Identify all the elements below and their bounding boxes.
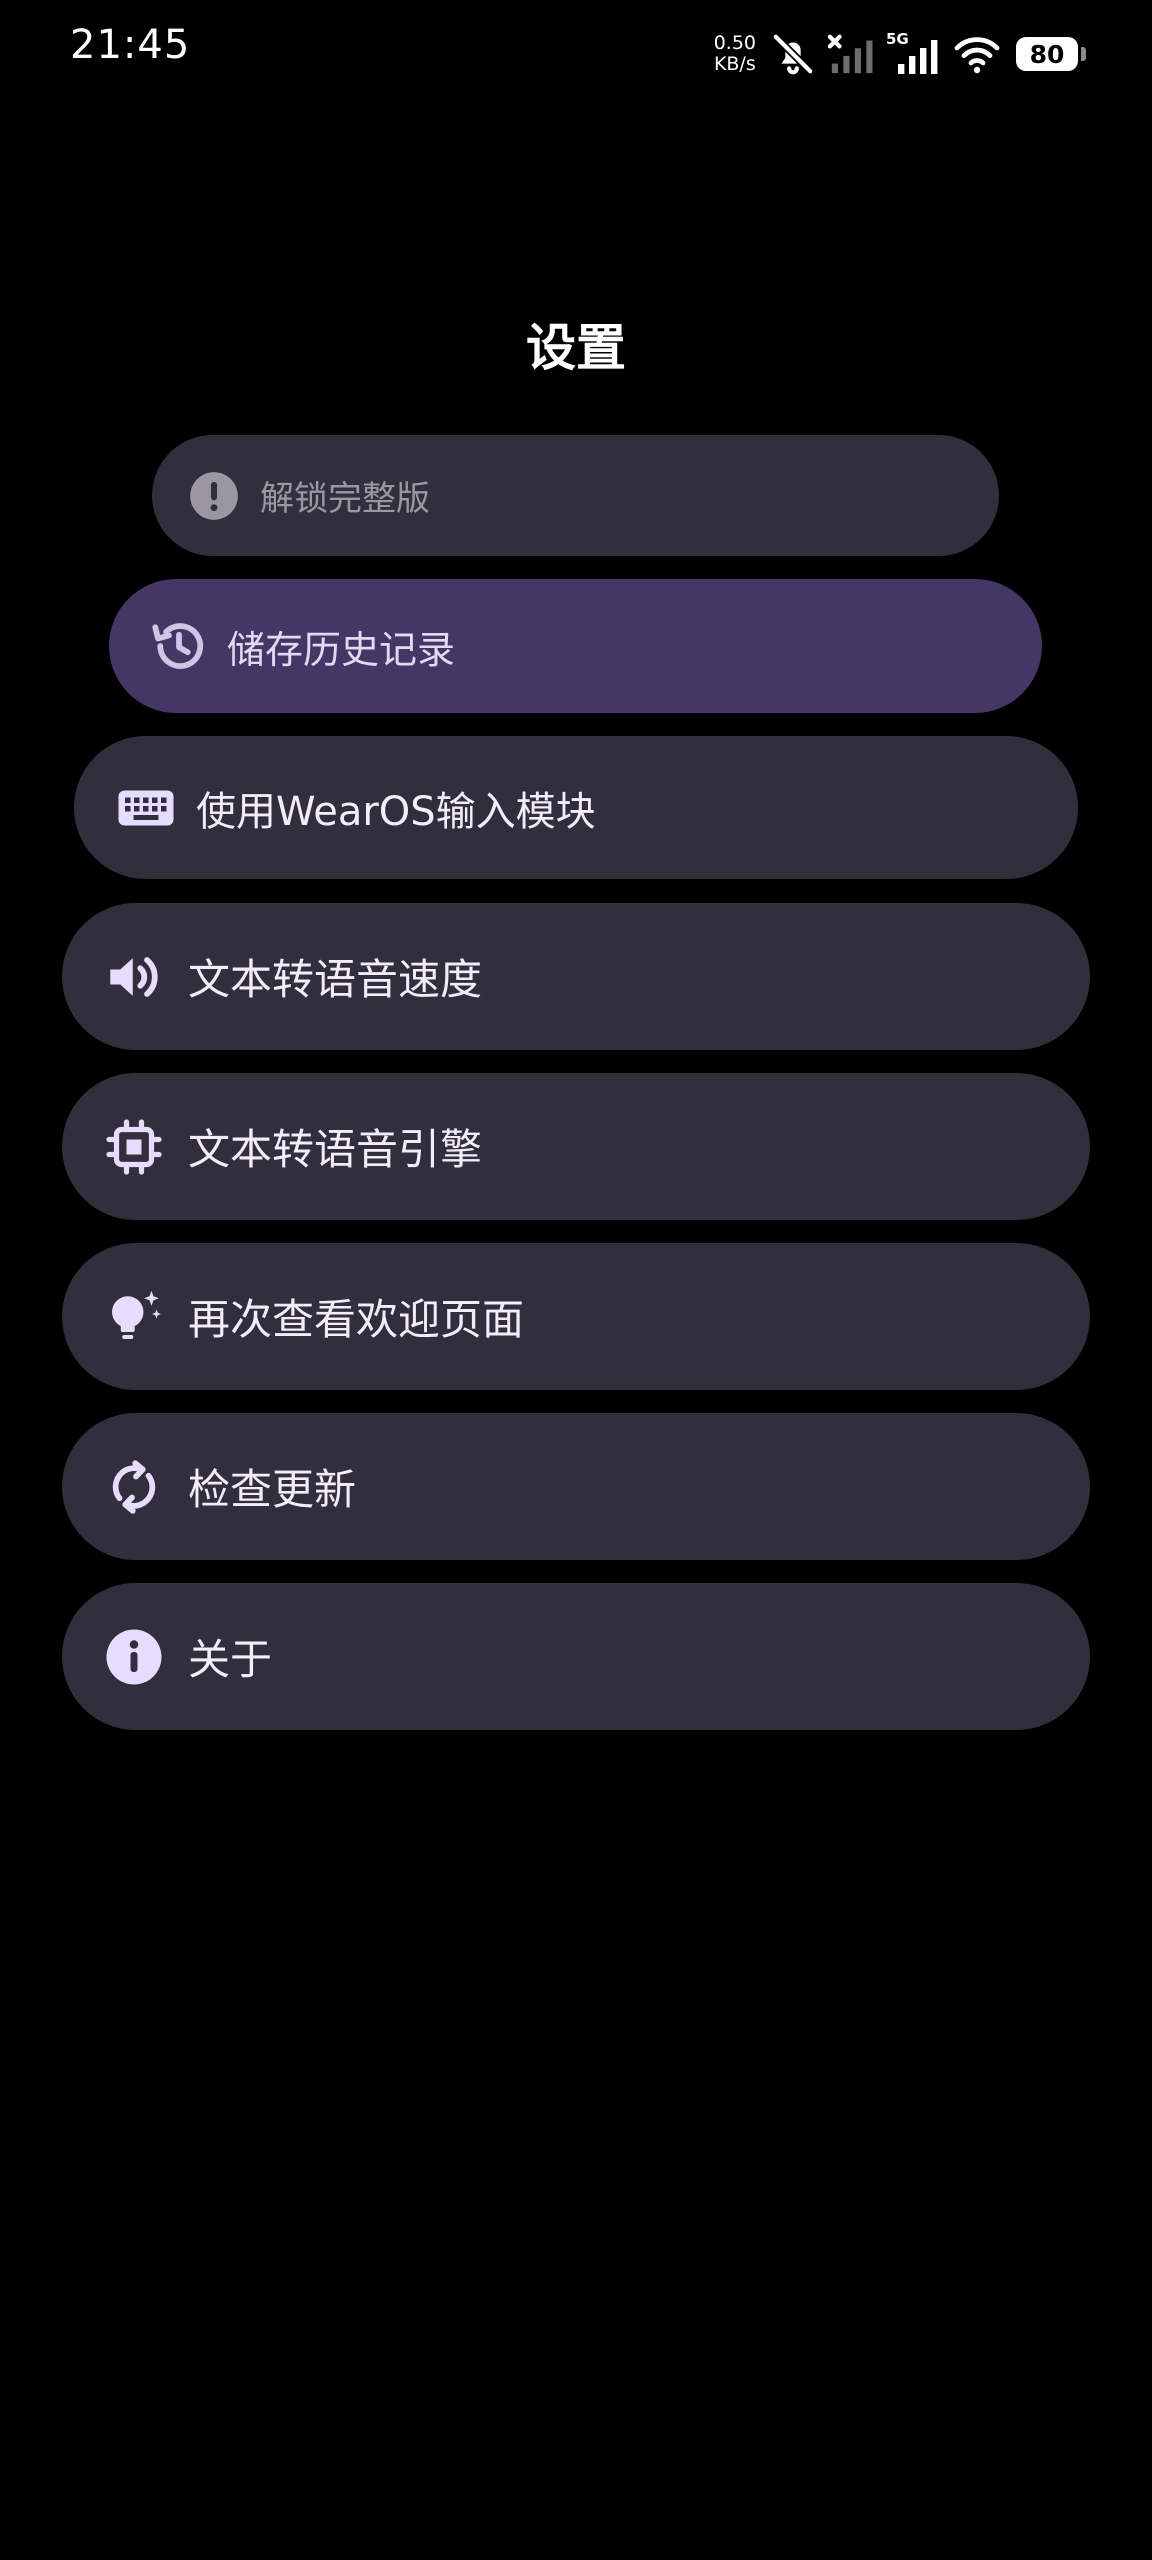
wearos-input-module-label: 使用WearOS输入模块 <box>196 788 596 835</box>
unlock-full-version-button[interactable]: 解锁完整版 <box>152 435 999 556</box>
battery-icon: 80 <box>1016 37 1086 71</box>
wifi-icon <box>952 32 1002 76</box>
battery-level: 80 <box>1029 39 1065 69</box>
status-icons: 0.50 KB/s 5G 80 <box>714 26 1086 82</box>
bell-muted-icon <box>770 31 816 77</box>
lightbulb-icon <box>104 1287 164 1347</box>
history-icon <box>149 616 209 676</box>
network-speed-unit: KB/s <box>713 53 756 75</box>
refresh-icon <box>104 1457 164 1517</box>
chip-icon <box>104 1117 164 1177</box>
about-label: 关于 <box>188 1635 273 1684</box>
signal-5g-icon: 5G <box>886 30 942 78</box>
network-speed-value: 0.50 <box>713 32 756 54</box>
network-type-label: 5G <box>886 30 909 48</box>
view-welcome-page-label: 再次查看欢迎页面 <box>188 1295 525 1344</box>
check-updates-button[interactable]: 检查更新 <box>62 1413 1090 1560</box>
network-speed: 0.50 KB/s <box>714 33 756 75</box>
info-icon <box>104 1627 164 1687</box>
wearos-input-module-button[interactable]: 使用WearOS输入模块 <box>74 736 1078 879</box>
signal-no-service-icon <box>826 31 876 77</box>
tts-speed-label: 文本转语音速度 <box>188 955 483 1004</box>
save-history-button[interactable]: 储存历史记录 <box>109 579 1042 713</box>
tts-engine-label: 文本转语音引擎 <box>188 1125 483 1174</box>
page-title: 设置 <box>526 319 626 377</box>
status-time: 21:45 <box>70 22 191 68</box>
tts-speed-button[interactable]: 文本转语音速度 <box>62 903 1090 1050</box>
save-history-label: 储存历史记录 <box>227 627 456 672</box>
unlock-full-version-label: 解锁完整版 <box>260 479 430 519</box>
volume-icon <box>104 947 164 1007</box>
tts-engine-button[interactable]: 文本转语音引擎 <box>62 1073 1090 1220</box>
alert-circle-icon <box>188 470 240 522</box>
view-welcome-page-button[interactable]: 再次查看欢迎页面 <box>62 1243 1090 1390</box>
keyboard-icon <box>116 778 176 838</box>
status-bar: 21:45 0.50 KB/s 5G 80 <box>0 0 1152 110</box>
check-updates-label: 检查更新 <box>188 1465 357 1514</box>
about-button[interactable]: 关于 <box>62 1583 1090 1730</box>
